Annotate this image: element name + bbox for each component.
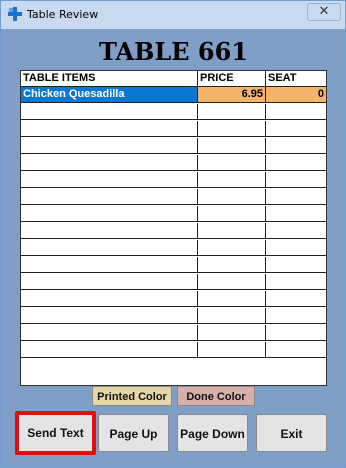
table-row[interactable]: Chicken Quesadilla 6.95 0: [21, 87, 326, 103]
grid-header: TABLE ITEMS PRICE SEAT: [21, 71, 326, 87]
row-price-cell: [198, 257, 266, 272]
row-price-cell: [198, 240, 266, 255]
table-row[interactable]: [21, 308, 326, 324]
row-seat-cell: 0: [266, 87, 326, 102]
row-seat-cell: [266, 121, 326, 136]
row-price-cell: [198, 274, 266, 289]
row-item-cell: [21, 308, 198, 323]
row-price-cell: [198, 342, 266, 357]
row-seat-cell: [266, 308, 326, 323]
row-price-cell: [198, 291, 266, 306]
table-row[interactable]: [21, 240, 326, 256]
row-price-cell: [198, 206, 266, 221]
row-seat-cell: [266, 325, 326, 340]
row-price-cell: [198, 121, 266, 136]
row-item-cell: [21, 291, 198, 306]
page-up-button[interactable]: Page Up: [98, 414, 169, 452]
header-seat: SEAT: [268, 72, 297, 84]
row-seat-cell: [266, 223, 326, 238]
row-price-cell: [198, 155, 266, 170]
row-item-cell: [21, 274, 198, 289]
table-row[interactable]: [21, 342, 326, 358]
close-icon: ✕: [318, 4, 330, 19]
window-title: Table Review: [27, 8, 99, 21]
row-seat-cell: [266, 291, 326, 306]
done-color-legend: Done Color: [177, 386, 255, 406]
content-area: TABLE 661 TABLE ITEMS PRICE SEAT Chicken…: [8, 29, 339, 460]
table-row[interactable]: [21, 104, 326, 120]
table-row[interactable]: [21, 274, 326, 290]
row-item-cell: [21, 325, 198, 340]
row-seat-cell: [266, 155, 326, 170]
header-price: PRICE: [198, 71, 266, 86]
row-seat-cell: [266, 138, 326, 153]
close-button[interactable]: ✕: [307, 3, 341, 21]
table-row[interactable]: [21, 155, 326, 171]
table-row[interactable]: [21, 223, 326, 239]
row-seat-cell: [266, 189, 326, 204]
row-item-cell: [21, 121, 198, 136]
row-item-cell: [21, 223, 198, 238]
items-grid[interactable]: TABLE ITEMS PRICE SEAT Chicken Quesadill…: [20, 70, 327, 386]
row-seat-cell: [266, 342, 326, 357]
table-row[interactable]: [21, 325, 326, 341]
row-item-cell: [21, 138, 198, 153]
table-row[interactable]: [21, 189, 326, 205]
table-row[interactable]: [21, 121, 326, 137]
row-price-cell: [198, 172, 266, 187]
row-item-cell: [21, 104, 198, 119]
app-cross-icon: [8, 7, 22, 21]
row-seat-cell: [266, 257, 326, 272]
table-row[interactable]: [21, 172, 326, 188]
page-down-button[interactable]: Page Down: [177, 414, 248, 452]
row-item-cell: Chicken Quesadilla: [21, 87, 198, 102]
row-price-cell: [198, 308, 266, 323]
page-title: TABLE 661: [98, 37, 249, 66]
row-seat-cell: [266, 206, 326, 221]
row-item-cell: [21, 189, 198, 204]
row-item-cell: [21, 342, 198, 357]
row-item-cell: [21, 172, 198, 187]
title-bar: Table Review ✕: [1, 1, 345, 29]
table-row[interactable]: [21, 138, 326, 154]
row-item-cell: [21, 257, 198, 272]
row-price-cell: [198, 223, 266, 238]
row-seat-cell: [266, 240, 326, 255]
table-row[interactable]: [21, 291, 326, 307]
row-seat-cell: [266, 274, 326, 289]
row-item-cell: [21, 155, 198, 170]
row-price-cell: [198, 104, 266, 119]
row-price-cell: [198, 138, 266, 153]
row-price-cell: 6.95: [198, 87, 266, 102]
row-item-cell: [21, 240, 198, 255]
table-row[interactable]: [21, 257, 326, 273]
table-row[interactable]: [21, 206, 326, 222]
row-price-cell: [198, 325, 266, 340]
exit-button[interactable]: Exit: [256, 414, 327, 452]
row-seat-cell: [266, 172, 326, 187]
printed-color-legend: Printed Color: [92, 386, 172, 406]
row-seat-cell: [266, 104, 326, 119]
row-price-cell: [198, 189, 266, 204]
table-review-window: Table Review ✕ TABLE 661 TABLE ITEMS PRI…: [0, 0, 346, 468]
send-text-button[interactable]: Send Text: [15, 411, 96, 455]
header-items: TABLE ITEMS: [21, 71, 198, 86]
row-item-cell: [21, 206, 198, 221]
